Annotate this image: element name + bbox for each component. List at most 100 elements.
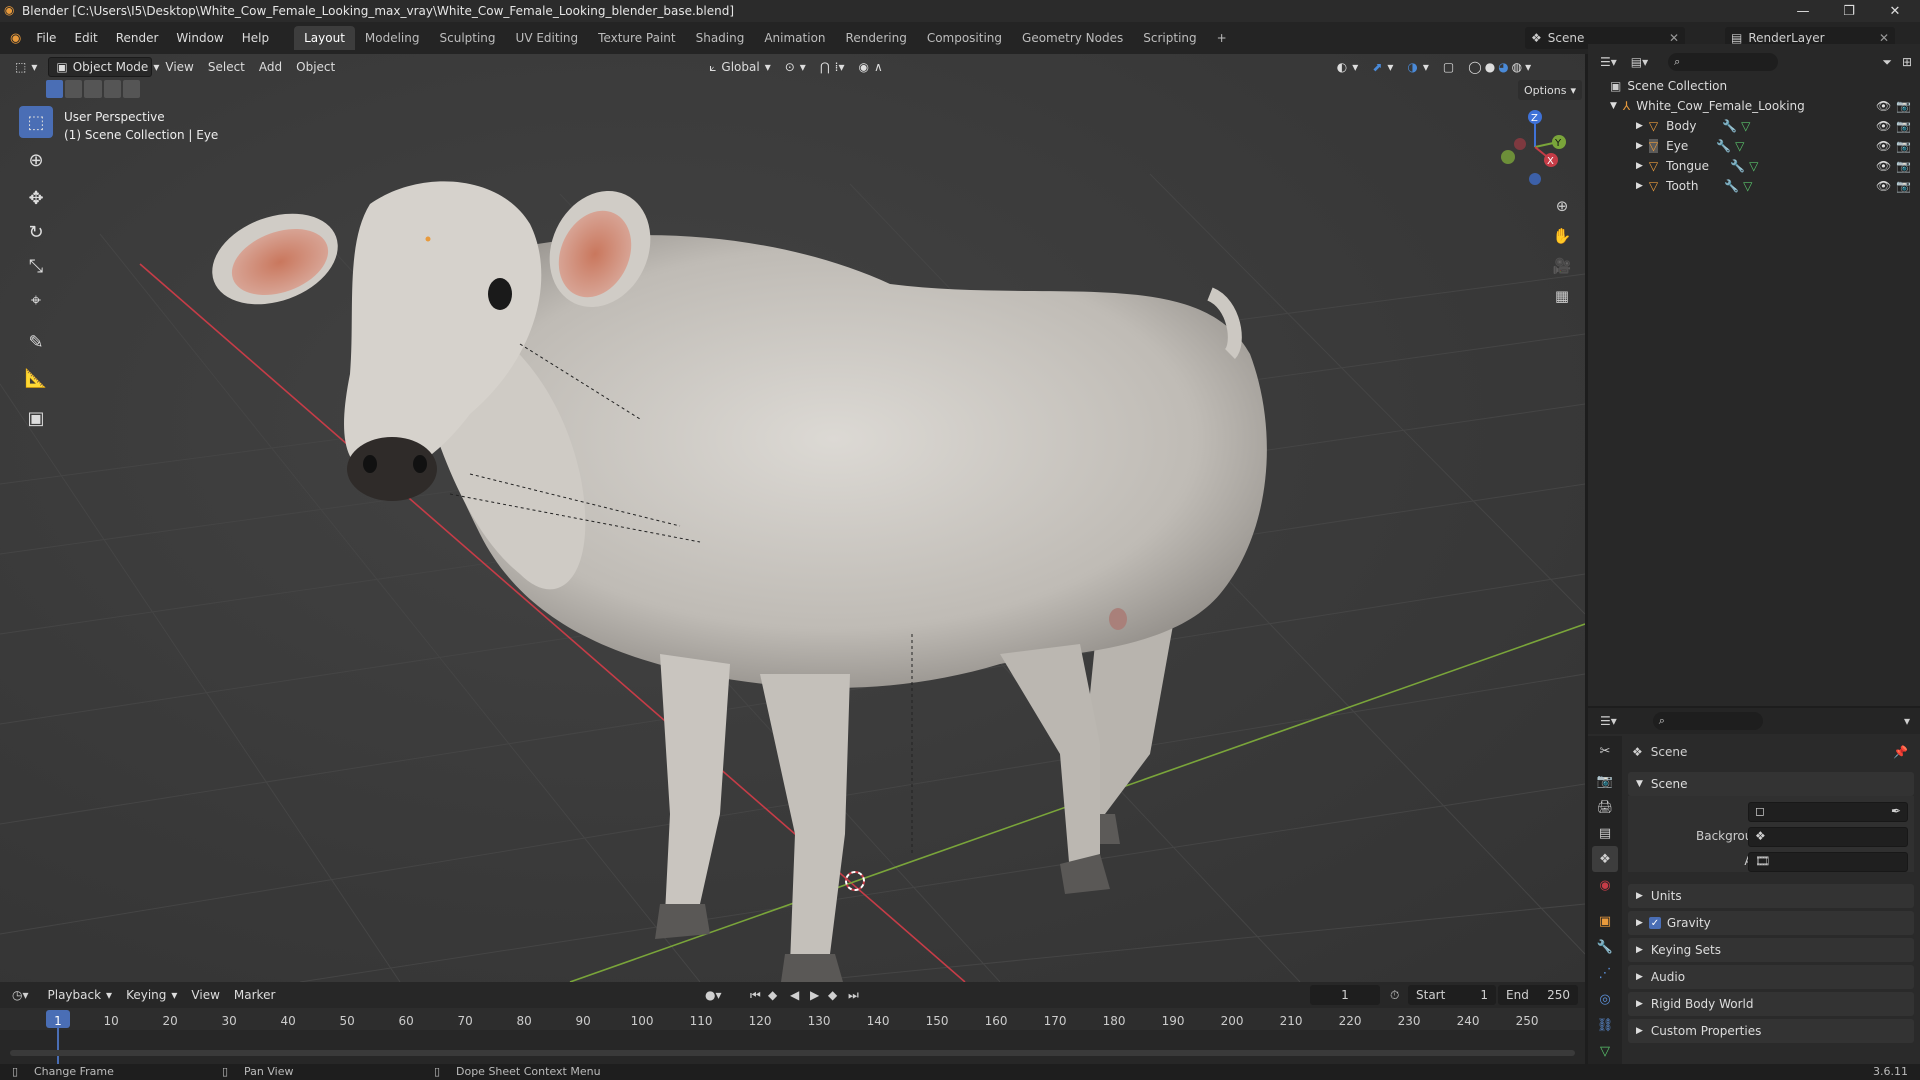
modifier-wrench-icon[interactable]: 🔧 [1724, 179, 1739, 193]
menu-file[interactable]: File [27, 31, 65, 45]
outliner-search-input[interactable]: ⌕ [1668, 53, 1779, 71]
start-frame-field[interactable]: Start 1 [1408, 985, 1496, 1005]
expand-icon[interactable]: ▶ [1636, 121, 1643, 131]
rotate-tool[interactable]: ↻ [19, 216, 53, 248]
navigation-gizmo[interactable]: Z Y X [1490, 102, 1570, 187]
select-extend-icon[interactable] [65, 80, 83, 98]
menu-playback[interactable]: Playback ▾ [41, 985, 120, 1005]
mesh-data-icon[interactable]: ▽ [1741, 119, 1750, 133]
panel-custom-properties[interactable]: ▶ Custom Properties [1628, 1019, 1914, 1043]
scale-tool[interactable]: ⤡ [19, 250, 53, 282]
rendered-shading-icon[interactable]: ◍ [1512, 60, 1522, 74]
blender-menu-icon[interactable]: ◉ [10, 31, 21, 46]
proportional-edit-button[interactable]: ◉ ∧ [852, 57, 890, 77]
pivot-point-button[interactable]: ⊙ ▾ [778, 57, 813, 77]
tab-shading[interactable]: Shading [686, 26, 755, 50]
jump-start-button[interactable]: ⏮ [750, 988, 761, 1003]
stopwatch-icon[interactable]: ⏱ [1390, 988, 1399, 1003]
tab-uv-editing[interactable]: UV Editing [506, 26, 589, 50]
transform-orientation-dropdown[interactable]: ⟀ Global ▾ [702, 57, 778, 77]
display-mode-icon[interactable]: ▤▾ [1631, 55, 1648, 69]
properties-editor-icon[interactable]: ☰▾ [1600, 714, 1617, 728]
minimize-button[interactable]: — [1780, 0, 1826, 22]
eye-icon[interactable]: 👁 [1876, 139, 1891, 153]
wireframe-shading-icon[interactable]: ◯ [1468, 60, 1481, 74]
menu-render[interactable]: Render [107, 31, 168, 45]
panel-keying-sets[interactable]: ▶ Keying Sets [1628, 938, 1914, 962]
select-box-tool[interactable]: ⬚ [19, 106, 53, 138]
tab-physics[interactable]: ◎ [1592, 986, 1618, 1012]
eyedropper-icon[interactable]: ✒ [1891, 804, 1901, 818]
tab-object[interactable]: ▣ [1592, 908, 1618, 934]
mode-selector[interactable]: ▣ Object Mode ▾ [48, 57, 159, 77]
expand-icon[interactable]: ▶ [1636, 141, 1643, 151]
camera-icon[interactable]: 📷 [1896, 139, 1911, 153]
snap-button[interactable]: ⋂ ⁞▾ [813, 57, 852, 77]
end-frame-field[interactable]: End 250 [1498, 985, 1578, 1005]
select-subtract-icon[interactable] [84, 80, 102, 98]
eye-icon[interactable]: 👁 [1876, 159, 1891, 173]
add-cube-tool[interactable]: ▣ [19, 402, 53, 434]
close-button[interactable]: ✕ [1872, 0, 1918, 22]
eye-icon[interactable]: 👁 [1876, 119, 1891, 133]
modifier-wrench-icon[interactable]: 🔧 [1722, 119, 1737, 133]
tab-geometry-nodes[interactable]: Geometry Nodes [1012, 26, 1133, 50]
tab-animation[interactable]: Animation [754, 26, 835, 50]
play-reverse-button[interactable]: ◀ [790, 988, 799, 1002]
annotate-tool[interactable]: ✎ [19, 326, 53, 358]
camera-view-button[interactable]: 🎥 [1548, 252, 1576, 280]
menu-view[interactable]: View [158, 57, 200, 77]
tab-scene[interactable]: ❖ [1592, 846, 1618, 872]
solid-shading-icon[interactable]: ● [1485, 60, 1495, 74]
zoom-button[interactable]: ⊕ [1548, 192, 1576, 220]
expand-icon[interactable]: ▼ [1610, 101, 1617, 111]
chevron-down-icon[interactable]: ▾ [1904, 714, 1910, 728]
outliner-object-row[interactable]: ▶ ▽ Tongue 🔧 ▽ 👁 📷 [1588, 156, 1920, 176]
play-button[interactable]: ▶ [810, 988, 819, 1002]
eye-icon[interactable]: 👁 [1876, 99, 1891, 113]
camera-field[interactable]: ◻ ✒ [1748, 802, 1908, 822]
gravity-checkbox[interactable]: ✓ [1648, 917, 1661, 929]
visibility-button[interactable]: ◐ ▾ [1330, 57, 1366, 77]
tab-view-layer[interactable]: ▤ [1592, 820, 1618, 846]
gizmo-toggle-button[interactable]: ⬈ ▾ [1365, 57, 1400, 77]
filter-icon[interactable]: ⏷ [1882, 55, 1892, 70]
expand-icon[interactable]: ▶ [1636, 161, 1643, 171]
panel-scene-header[interactable]: ▼ Scene [1628, 772, 1914, 796]
mesh-data-icon[interactable]: ▽ [1749, 159, 1758, 173]
menu-help[interactable]: Help [233, 31, 278, 45]
record-button[interactable]: ●▾ [705, 988, 722, 1002]
view-layer-close-icon[interactable]: ✕ [1879, 31, 1889, 45]
scene-close-icon[interactable]: ✕ [1669, 31, 1679, 45]
eye-icon[interactable]: 👁 [1876, 179, 1891, 193]
outliner-editor-icon[interactable]: ☰▾ [1600, 55, 1617, 69]
select-intersect-icon[interactable] [122, 80, 141, 98]
background-scene-field[interactable]: ❖ [1748, 827, 1908, 847]
modifier-wrench-icon[interactable]: 🔧 [1716, 139, 1731, 153]
menu-select[interactable]: Select [201, 57, 252, 77]
outliner-object-row[interactable]: ▶ ▽ Tooth 🔧 ▽ 👁 📷 [1588, 176, 1920, 196]
pin-icon[interactable]: 📌 [1893, 745, 1908, 759]
outliner-object-row[interactable]: ▶ ▽ Body 🔧 ▽ 👁 📷 [1588, 116, 1920, 136]
menu-object[interactable]: Object [289, 57, 342, 77]
camera-icon[interactable]: 📷 [1896, 119, 1911, 133]
transform-tool[interactable]: ⌖ [19, 284, 53, 316]
menu-edit[interactable]: Edit [65, 31, 106, 45]
new-collection-icon[interactable]: ⊞ [1902, 55, 1912, 69]
select-new-icon[interactable] [46, 80, 64, 98]
tab-sculpting[interactable]: Sculpting [430, 26, 506, 50]
mesh-data-icon[interactable]: ▽ [1743, 179, 1752, 193]
tab-constraints[interactable]: ⛓ [1592, 1012, 1618, 1038]
menu-keying[interactable]: Keying ▾ [119, 985, 184, 1005]
move-tool[interactable]: ✥ [19, 182, 53, 214]
tab-modifiers[interactable]: 🔧 [1592, 934, 1618, 960]
tab-data[interactable]: ▽ [1592, 1038, 1618, 1064]
expand-icon[interactable]: ▶ [1636, 181, 1643, 191]
tab-render[interactable]: 📷 [1592, 768, 1618, 794]
next-keyframe-button[interactable]: ◆ [828, 988, 837, 1002]
outliner-object-row[interactable]: ▶ ▽ Eye 🔧 ▽ 👁 📷 [1588, 136, 1920, 156]
tab-layout[interactable]: Layout [294, 26, 355, 50]
maximize-button[interactable]: ❐ [1826, 0, 1872, 22]
tab-tool[interactable]: ✂ [1592, 738, 1618, 764]
tab-texture-paint[interactable]: Texture Paint [588, 26, 685, 50]
